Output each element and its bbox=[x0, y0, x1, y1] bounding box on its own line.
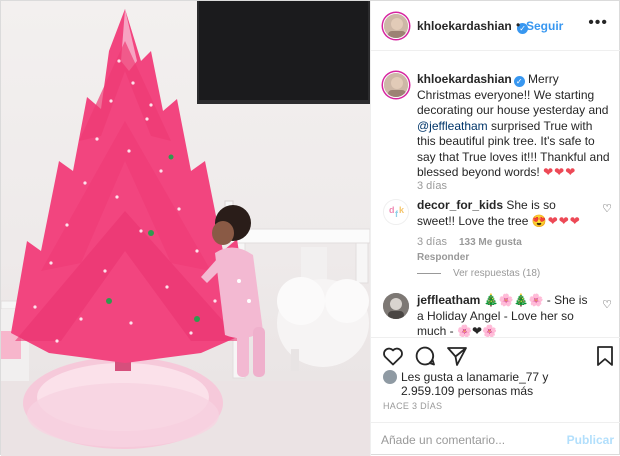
likes-line-1: Les gusta a lanamarie_77 y bbox=[401, 370, 549, 384]
comment-text: decor_for_kids She is so sweet!! Love th… bbox=[417, 198, 597, 229]
follow-button[interactable]: Seguir bbox=[526, 19, 563, 33]
jeffleatham-avatar[interactable] bbox=[383, 293, 409, 319]
publish-button[interactable]: Publicar bbox=[567, 433, 614, 447]
replies-divider bbox=[417, 272, 441, 274]
action-bar: Les gusta a lanamarie_77 y 2.959.109 per… bbox=[371, 337, 620, 425]
like-heart-icon[interactable] bbox=[381, 344, 405, 368]
add-comment-bar: Publicar bbox=[371, 422, 620, 456]
comment-likes-count[interactable]: 133 Me gusta bbox=[459, 237, 522, 248]
comment-like-heart-icon[interactable]: ♡ bbox=[602, 298, 612, 311]
post-time[interactable]: HACE 3 DÍAS bbox=[383, 401, 442, 411]
post-header: khloekardashian ✓ • Seguir ••• bbox=[371, 1, 620, 51]
comment-emoji-end: 🌸❤🌸 bbox=[457, 324, 497, 337]
mention-link[interactable]: @jeffleatham bbox=[417, 119, 488, 133]
comment-timestamp[interactable]: 3 días bbox=[417, 236, 447, 248]
likes-summary[interactable]: Les gusta a lanamarie_77 y 2.959.109 per… bbox=[383, 370, 548, 398]
author-username-block[interactable]: khloekardashian ✓ bbox=[417, 19, 529, 34]
more-options-icon[interactable]: ••• bbox=[588, 14, 608, 32]
caption-username[interactable]: khloekardashian bbox=[417, 72, 512, 86]
comment-input[interactable] bbox=[381, 431, 561, 449]
verified-badge-icon: ✓ bbox=[513, 76, 525, 87]
comments-list[interactable]: khloekardashian ✓ Merry Christmas everyon… bbox=[371, 52, 620, 337]
author-avatar[interactable] bbox=[383, 13, 409, 39]
comment-emoji: 🎄🌸🎄🌸 - bbox=[480, 293, 555, 307]
view-replies-label[interactable]: Ver respuestas (18) bbox=[453, 268, 540, 279]
header-separator: • bbox=[516, 18, 521, 32]
bookmark-icon[interactable] bbox=[593, 344, 617, 368]
caption-text: khloekardashian ✓ Merry Christmas everyon… bbox=[417, 72, 612, 181]
comment-text: jeffleatham 🎄🌸🎄🌸 - She is a Holiday Ange… bbox=[417, 293, 597, 337]
pink-christmas-tree-photo bbox=[1, 1, 370, 456]
caption-hearts: ❤❤❤ bbox=[543, 165, 577, 179]
comment-icon[interactable] bbox=[413, 344, 437, 368]
caption-author-avatar[interactable] bbox=[383, 72, 409, 98]
comment-emoji: 😍❤❤❤ bbox=[531, 213, 581, 228]
share-icon[interactable] bbox=[445, 344, 469, 368]
post-side-panel: khloekardashian ✓ • Seguir ••• khloekard… bbox=[370, 1, 620, 456]
decor-for-kids-avatar[interactable]: d f k bbox=[383, 199, 409, 225]
likes-line-2[interactable]: 2.959.109 personas más bbox=[383, 384, 533, 398]
comment-meta: 3 días 133 Me gusta bbox=[417, 236, 522, 248]
post-photo[interactable] bbox=[1, 1, 370, 456]
reply-button[interactable]: Responder bbox=[417, 252, 469, 263]
comment-username[interactable]: jeffleatham bbox=[417, 293, 480, 307]
comment-username[interactable]: decor_for_kids bbox=[417, 198, 503, 212]
instagram-post: khloekardashian ✓ • Seguir ••• khloekard… bbox=[0, 0, 620, 456]
comment-like-heart-icon[interactable]: ♡ bbox=[602, 202, 612, 215]
author-username[interactable]: khloekardashian bbox=[417, 19, 512, 33]
liker-avatar bbox=[383, 370, 397, 384]
view-replies[interactable]: Ver respuestas (18) bbox=[417, 268, 540, 279]
caption-timestamp[interactable]: 3 días bbox=[417, 180, 447, 192]
svg-text:d: d bbox=[389, 205, 395, 215]
